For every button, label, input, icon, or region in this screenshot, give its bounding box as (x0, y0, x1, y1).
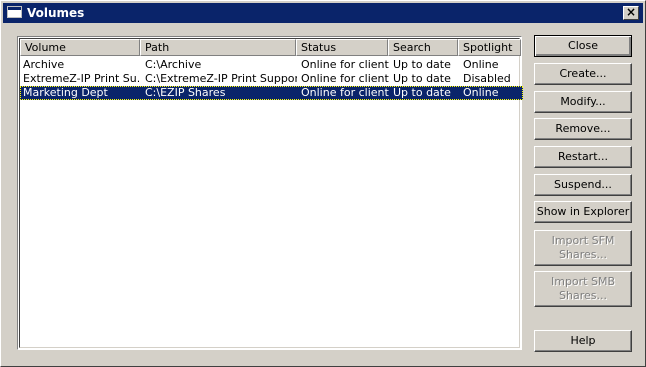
window-icon (7, 6, 22, 18)
window-title: Volumes (27, 6, 85, 20)
volume-cell: ExtremeZ-IP Print Su... (23, 72, 139, 85)
path-cell: C:\Archive (145, 58, 202, 71)
status-cell: Online for clients (301, 72, 389, 85)
status-cell: Online for clients (301, 86, 389, 99)
column-header-spotlight[interactable]: Spotlight (458, 39, 521, 56)
volumes-list[interactable]: Volume Path Status Search Spotlight Arch… (17, 36, 523, 350)
table-row[interactable]: Archive C:\Archive Online for clients Up… (20, 58, 523, 72)
volumes-dialog: Volumes × Volume Path Status Search Spot… (0, 0, 646, 367)
search-cell: Up to date (393, 58, 451, 71)
spotlight-cell: Disabled (463, 72, 511, 85)
volume-cell: Marketing Dept (23, 86, 108, 99)
close-icon[interactable]: × (623, 6, 639, 20)
search-cell: Up to date (393, 86, 451, 99)
create-button[interactable]: Create... (534, 63, 632, 85)
restart-button[interactable]: Restart... (534, 146, 632, 168)
help-button[interactable]: Help (534, 330, 632, 352)
import-smb-label-line2: Shares... (559, 289, 607, 302)
modify-button[interactable]: Modify... (534, 91, 632, 113)
spotlight-cell: Online (463, 86, 499, 99)
remove-button[interactable]: Remove... (534, 118, 632, 140)
column-header-search[interactable]: Search (388, 39, 458, 56)
path-cell: C:\ExtremeZ-IP Print Support (145, 72, 297, 85)
title-bar[interactable]: Volumes × (3, 3, 643, 23)
column-header-path[interactable]: Path (140, 39, 296, 56)
show-in-explorer-button[interactable]: Show in Explorer (534, 201, 632, 223)
column-header-volume[interactable]: Volume (20, 39, 140, 56)
import-sfm-label-line1: Import SFM (551, 234, 615, 247)
spotlight-cell: Online (463, 58, 499, 71)
list-header: Volume Path Status Search Spotlight (20, 39, 521, 56)
status-cell: Online for clients (301, 58, 389, 71)
import-smb-shares-button[interactable]: Import SMB Shares... (534, 271, 632, 307)
import-sfm-shares-button[interactable]: Import SFM Shares... (534, 230, 632, 266)
table-row-selected[interactable]: Marketing Dept C:\EZIP Shares Online for… (20, 86, 523, 100)
path-cell: C:\EZIP Shares (145, 86, 226, 99)
table-row[interactable]: ExtremeZ-IP Print Su... C:\ExtremeZ-IP P… (20, 72, 523, 86)
volumes-list-frame: Volume Path Status Search Spotlight Arch… (19, 38, 523, 348)
import-sfm-label-line2: Shares... (559, 248, 607, 261)
volume-cell: Archive (23, 58, 65, 71)
search-cell: Up to date (393, 72, 451, 85)
close-button[interactable]: Close (534, 35, 632, 57)
import-smb-label-line1: Import SMB (550, 275, 616, 288)
column-header-status[interactable]: Status (296, 39, 388, 56)
suspend-button[interactable]: Suspend... (534, 174, 632, 196)
